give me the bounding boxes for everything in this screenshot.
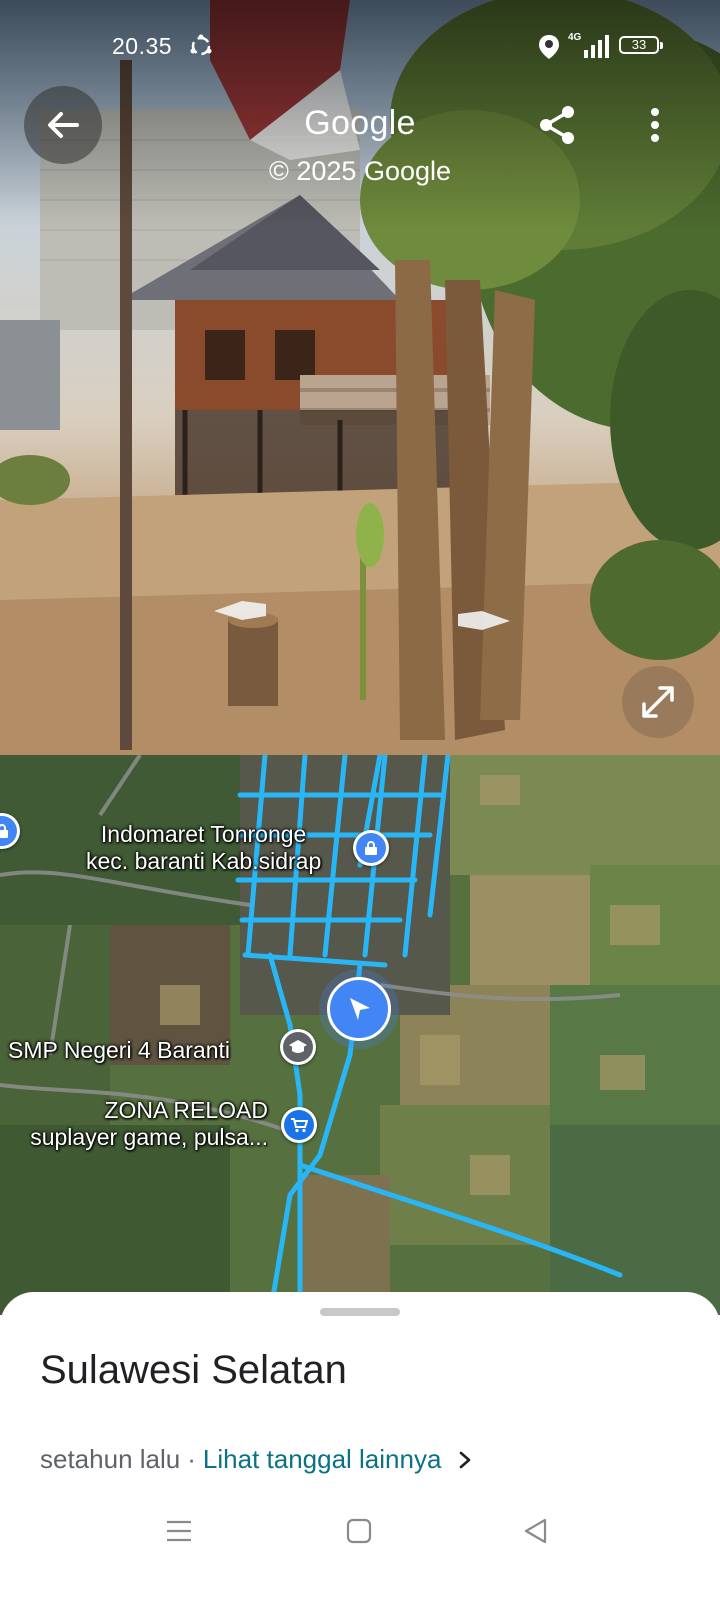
nav-arrow-right-icon[interactable] [456, 610, 512, 632]
date-separator: · [187, 1444, 196, 1474]
map-pin-zona-reload[interactable] [281, 1107, 317, 1143]
nav-arrow-left-icon[interactable] [212, 600, 268, 622]
street-view-title: Google [304, 104, 416, 142]
system-nav-bar [0, 1505, 720, 1600]
place-label-smp[interactable]: SMP Negeri 4 Baranti [8, 1037, 230, 1064]
see-other-dates-link[interactable]: Lihat tanggal lainnya [203, 1444, 442, 1475]
menu-icon[interactable] [164, 1517, 194, 1545]
sync-icon [190, 34, 212, 56]
map-view[interactable]: Indomaret Tonronge kec. baranti Kab.sidr… [0, 755, 720, 1315]
place-label-zona-reload[interactable]: ZONA RELOAD suplayer game, pulsa... [0, 1097, 268, 1151]
battery-level: 33 [631, 37, 647, 52]
place-name: ZONA RELOAD [104, 1097, 268, 1123]
chevron-right-icon[interactable] [457, 1450, 473, 1470]
signal-icon [584, 35, 609, 58]
status-bar: 20.35 4G 33 [0, 0, 720, 90]
street-view-panorama[interactable]: 20.35 4G 33 Google © 2025 Google [0, 0, 720, 755]
capture-date: setahun lalu [40, 1444, 181, 1474]
lock-icon [365, 841, 377, 855]
place-subtitle: kec. baranti Kab.sidrap [86, 848, 322, 874]
lock-icon [0, 816, 17, 846]
home-icon[interactable] [345, 1517, 373, 1545]
current-location-marker[interactable] [327, 977, 391, 1041]
school-icon [289, 1040, 307, 1053]
status-time: 20.35 [112, 33, 173, 59]
map-pin-smp[interactable] [280, 1029, 316, 1065]
expand-button[interactable] [622, 666, 694, 738]
place-subtitle: suplayer game, pulsa... [30, 1124, 268, 1150]
network-type: 4G [568, 32, 582, 43]
place-label-indomaret[interactable]: Indomaret Tonronge kec. baranti Kab.sidr… [86, 821, 321, 875]
shopping-cart-icon [291, 1118, 308, 1133]
location-icon [539, 35, 559, 59]
bottom-sheet[interactable]: Sulawesi Selatan setahun lalu · Lihat ta… [0, 1292, 720, 1600]
battery-icon: 33 [619, 36, 663, 54]
share-icon[interactable] [536, 104, 578, 146]
more-vert-icon[interactable] [640, 104, 670, 146]
copyright-text: © 2025 Google [268, 156, 452, 186]
expand-icon [642, 686, 674, 718]
map-pin-indomaret[interactable] [353, 830, 389, 866]
navigation-arrow-icon [350, 998, 370, 1020]
place-title: Sulawesi Selatan [40, 1348, 347, 1392]
sheet-drag-handle[interactable] [320, 1308, 400, 1316]
place-name: Indomaret Tonronge [100, 821, 307, 847]
back-icon[interactable] [522, 1517, 550, 1545]
date-row[interactable]: setahun lalu · Lihat tanggal lainnya [40, 1444, 473, 1475]
